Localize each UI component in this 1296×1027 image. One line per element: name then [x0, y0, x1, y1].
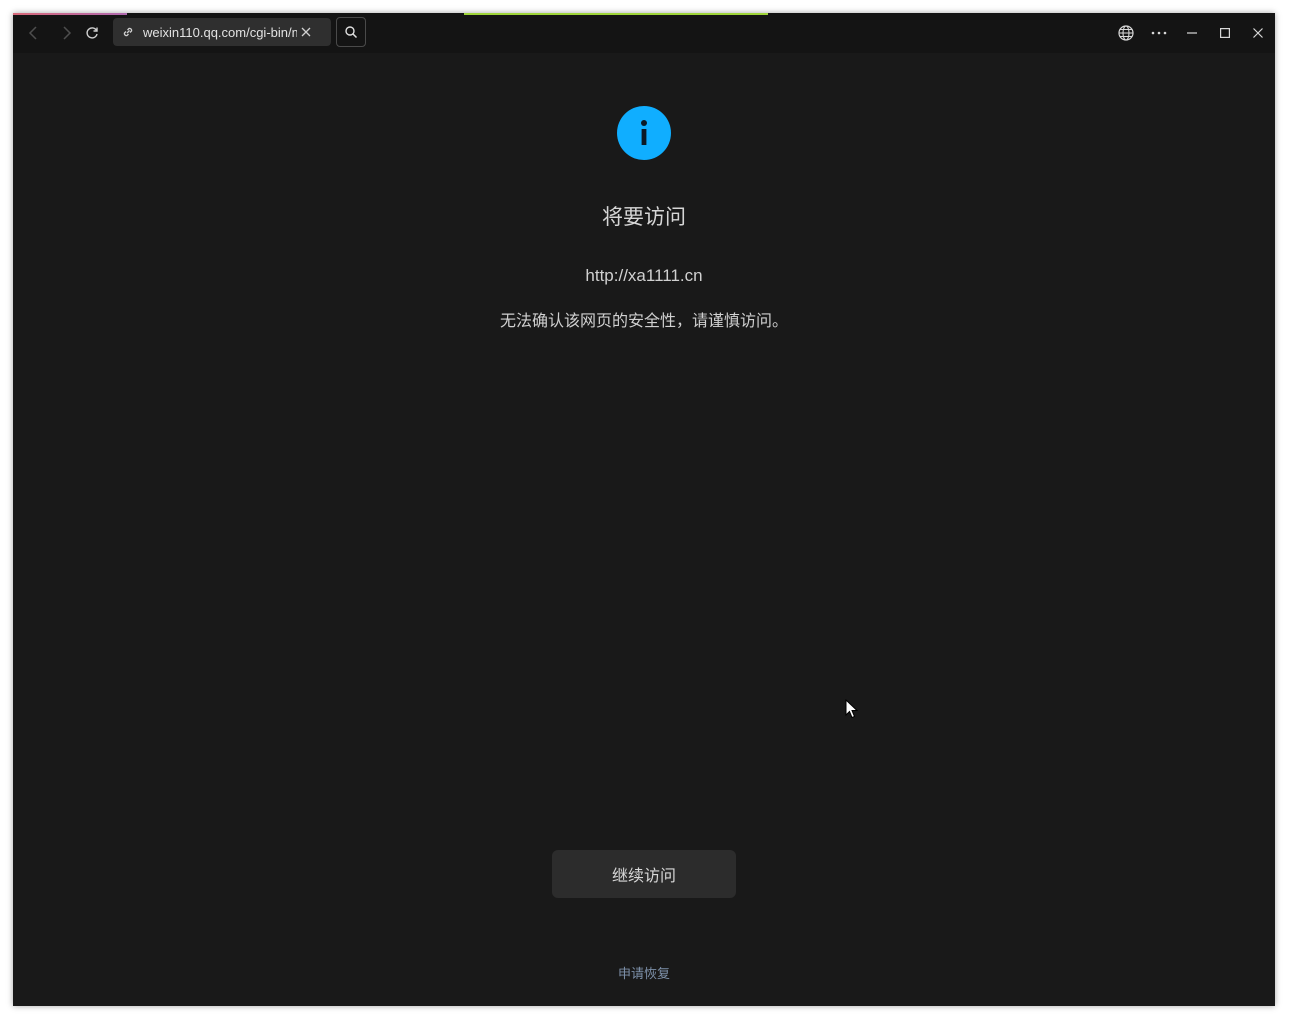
close-icon	[301, 27, 311, 37]
title-bar: weixin110.qq.com/cgi-bin/mmspamsupport-b…	[13, 13, 1275, 53]
page-title: 将要访问	[602, 205, 686, 229]
more-icon	[1151, 31, 1167, 35]
address-bar[interactable]: weixin110.qq.com/cgi-bin/mmspamsupport-b…	[113, 18, 331, 46]
globe-icon	[1118, 25, 1134, 41]
continue-button[interactable]: 继续访问	[552, 850, 736, 898]
security-warning: 无法确认该网页的安全性，请谨慎访问。	[499, 311, 788, 330]
chevron-left-icon	[28, 26, 37, 40]
chevron-right-icon	[63, 26, 72, 40]
info-icon	[617, 106, 671, 160]
forward-button[interactable]	[54, 21, 78, 45]
minimize-button[interactable]	[1180, 21, 1204, 45]
address-text[interactable]: weixin110.qq.com/cgi-bin/mmspamsupport-b…	[143, 25, 297, 40]
minimize-icon	[1187, 32, 1197, 34]
reload-button[interactable]	[80, 21, 104, 45]
restore-link-text[interactable]: 申请恢复	[618, 967, 670, 982]
clear-address-button[interactable]	[301, 24, 311, 40]
close-window-button[interactable]	[1246, 21, 1270, 45]
page-content: 将要访问 http://xa1111.cn 无法确认该网页的安全性，请谨慎访问。…	[13, 53, 1275, 1006]
accent-stripe	[13, 13, 127, 15]
back-button[interactable]	[22, 21, 46, 45]
info-glyph	[641, 120, 647, 145]
link-icon	[123, 27, 133, 37]
mouse-cursor-icon	[845, 699, 859, 719]
loading-bar	[464, 13, 768, 15]
maximize-button[interactable]	[1213, 21, 1237, 45]
search-button[interactable]	[336, 17, 366, 47]
search-icon	[345, 26, 358, 39]
more-button[interactable]	[1147, 21, 1171, 45]
maximize-icon	[1220, 28, 1230, 38]
restore-link: 申请恢复	[13, 963, 1275, 982]
browser-window: weixin110.qq.com/cgi-bin/mmspamsupport-b…	[13, 13, 1275, 1006]
close-icon	[1253, 28, 1263, 38]
reload-icon	[86, 27, 98, 39]
translate-button[interactable]	[1114, 21, 1138, 45]
target-url: http://xa1111.cn	[585, 266, 703, 285]
